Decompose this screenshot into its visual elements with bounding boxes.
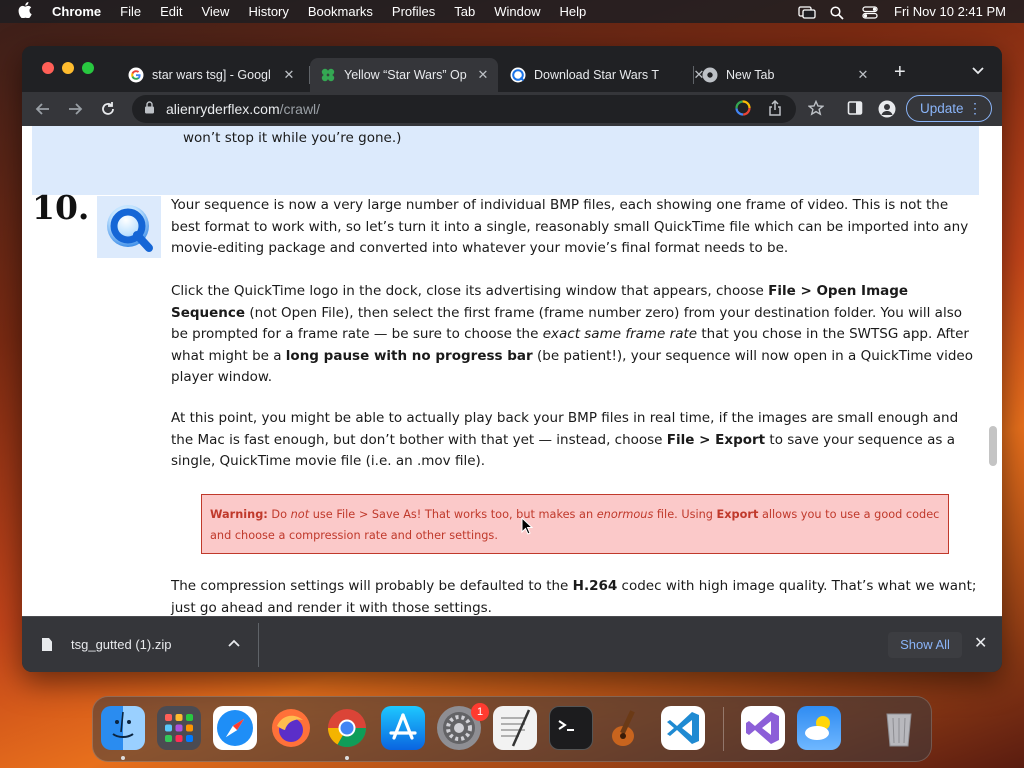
download-divider bbox=[258, 623, 259, 667]
menu-window[interactable]: Window bbox=[494, 4, 540, 19]
firefox-icon[interactable] bbox=[269, 706, 313, 750]
visual-studio-icon[interactable] bbox=[741, 706, 785, 750]
trash-icon[interactable] bbox=[877, 706, 921, 750]
webpage-content: won’t stop it while you’re gone.) 10. Yo… bbox=[22, 126, 1002, 616]
notification-badge: 1 bbox=[471, 703, 489, 721]
chrome-icon bbox=[702, 67, 718, 83]
minimize-window-button[interactable] bbox=[62, 62, 74, 74]
reload-icon[interactable] bbox=[97, 98, 119, 120]
previous-step-text: won’t stop it while you’re gone.) bbox=[183, 130, 402, 146]
finder-icon[interactable] bbox=[101, 706, 145, 750]
tab-title: star wars tsg] - Googl bbox=[152, 68, 271, 82]
paragraph-export: At this point, you might be able to actu… bbox=[171, 410, 959, 469]
tab-title: New Tab bbox=[726, 68, 775, 82]
vertical-scrollbar-thumb[interactable] bbox=[989, 426, 997, 466]
spotlight-search-icon[interactable] bbox=[830, 5, 846, 20]
address-bar[interactable]: alienryderflex.com/crawl/ bbox=[132, 95, 796, 123]
quicktime-icon bbox=[107, 205, 153, 252]
close-tab-icon[interactable]: ✕ bbox=[280, 67, 298, 83]
paragraph-intro: Your sequence is now a very large number… bbox=[171, 197, 969, 256]
tab-yellow-star-wars[interactable]: Yellow “Star Wars” Op ✕ bbox=[310, 58, 498, 92]
download-shelf: tsg_gutted (1).zip Show All ✕ bbox=[22, 616, 1002, 672]
menu-view[interactable]: View bbox=[201, 4, 229, 19]
running-indicator bbox=[345, 756, 349, 760]
screen-mirroring-icon[interactable] bbox=[798, 5, 816, 19]
show-all-button[interactable]: Show All bbox=[888, 632, 962, 658]
tab-title: Yellow “Star Wars” Op bbox=[344, 68, 467, 82]
menu-tab[interactable]: Tab bbox=[454, 4, 475, 19]
app-store-icon[interactable] bbox=[381, 706, 425, 750]
download-filename: tsg_gutted (1).zip bbox=[71, 637, 172, 652]
side-panel-icon[interactable] bbox=[846, 100, 864, 118]
menu-profiles[interactable]: Profiles bbox=[392, 4, 435, 19]
close-icon[interactable]: ✕ bbox=[974, 633, 987, 653]
forward-arrow-icon[interactable] bbox=[64, 98, 86, 120]
menu-app-chrome[interactable]: Chrome bbox=[52, 4, 101, 19]
tab-new-tab[interactable]: New Tab ✕ bbox=[692, 58, 878, 92]
close-window-button[interactable] bbox=[42, 62, 54, 74]
quicktime-logo bbox=[97, 196, 161, 258]
textedit-icon[interactable] bbox=[493, 706, 537, 750]
tab-strip: star wars tsg] - Googl ✕ Yellow “Star Wa… bbox=[22, 46, 1002, 92]
qt-icon bbox=[510, 67, 526, 83]
paragraph-compression: The compression settings will probably b… bbox=[171, 578, 977, 616]
url-path: /crawl/ bbox=[279, 101, 321, 117]
file-icon bbox=[42, 638, 52, 651]
chrome-window: star wars tsg] - Googl ✕ Yellow “Star Wa… bbox=[22, 46, 1002, 672]
launchpad-icon[interactable] bbox=[157, 706, 201, 750]
control-center-icon[interactable] bbox=[862, 5, 878, 19]
google-icon bbox=[128, 67, 144, 83]
tab-download-star-wars[interactable]: Download Star Wars T ✕ bbox=[500, 58, 714, 92]
apple-menu-icon[interactable] bbox=[18, 1, 38, 22]
download-item[interactable]: tsg_gutted (1).zip bbox=[42, 617, 171, 672]
garageband-icon[interactable] bbox=[605, 706, 649, 750]
browser-toolbar: alienryderflex.com/crawl/ Update ⋮ bbox=[22, 92, 1002, 126]
macos-dock: 1 bbox=[92, 696, 932, 762]
step-number: 10. bbox=[32, 188, 90, 227]
menubar-clock[interactable]: Fri Nov 10 2:41 PM bbox=[894, 4, 1006, 19]
update-label: Update bbox=[920, 101, 964, 116]
paragraph-open-sequence: Click the QuickTime logo in the dock, cl… bbox=[171, 283, 973, 385]
tab-google-search[interactable]: star wars tsg] - Googl ✕ bbox=[118, 58, 304, 92]
vscode-icon[interactable] bbox=[661, 706, 705, 750]
previous-step-box bbox=[32, 126, 979, 195]
macos-menu-bar: Chrome File Edit View History Bookmarks … bbox=[0, 0, 1024, 23]
terminal-icon[interactable] bbox=[549, 706, 593, 750]
lock-icon[interactable] bbox=[144, 101, 156, 117]
menu-bookmarks[interactable]: Bookmarks bbox=[308, 4, 373, 19]
chevron-up-icon[interactable] bbox=[228, 636, 240, 650]
running-indicator bbox=[121, 756, 125, 760]
safari-icon[interactable] bbox=[213, 706, 257, 750]
more-menu-icon[interactable]: ⋮ bbox=[968, 100, 982, 117]
tab-title: Download Star Wars T bbox=[534, 68, 660, 82]
close-tab-icon[interactable]: ✕ bbox=[474, 67, 492, 83]
menu-history[interactable]: History bbox=[248, 4, 288, 19]
new-tab-plus-icon[interactable]: + bbox=[894, 62, 906, 82]
menu-help[interactable]: Help bbox=[560, 4, 587, 19]
back-arrow-icon[interactable] bbox=[32, 98, 54, 120]
profile-avatar-icon[interactable] bbox=[878, 100, 896, 118]
menu-file[interactable]: File bbox=[120, 4, 141, 19]
bookmark-star-icon[interactable] bbox=[807, 99, 825, 118]
google-lens-icon[interactable] bbox=[734, 100, 752, 118]
weather-icon[interactable] bbox=[797, 706, 841, 750]
clover-icon bbox=[320, 67, 336, 83]
chrome-icon[interactable] bbox=[325, 706, 369, 750]
menu-edit[interactable]: Edit bbox=[160, 4, 182, 19]
warning-box: Warning: Do not use File > Save As! That… bbox=[201, 494, 949, 554]
tab-search-chevron-icon[interactable] bbox=[972, 64, 984, 78]
zoom-window-button[interactable] bbox=[82, 62, 94, 74]
update-button[interactable]: Update ⋮ bbox=[906, 95, 992, 122]
share-icon[interactable] bbox=[766, 99, 784, 118]
url-domain: alienryderflex.com bbox=[166, 101, 280, 117]
close-tab-icon[interactable]: ✕ bbox=[854, 67, 872, 83]
dock-divider bbox=[723, 707, 724, 751]
